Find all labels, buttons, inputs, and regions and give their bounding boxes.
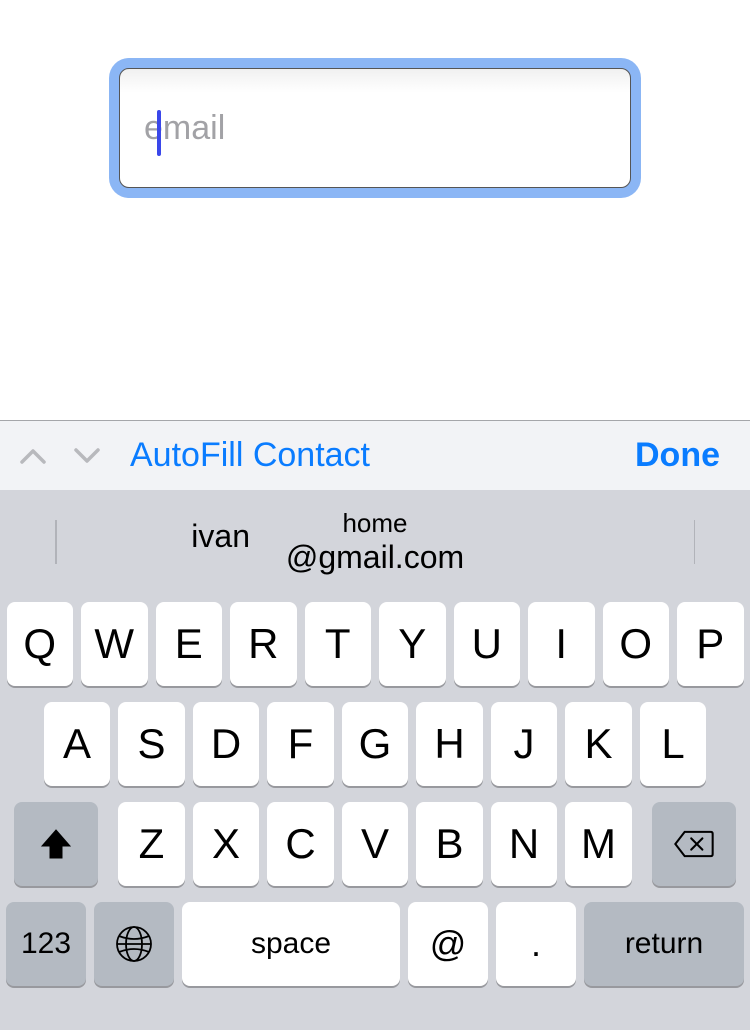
key-a[interactable]: A <box>44 702 111 786</box>
key-e[interactable]: E <box>156 602 223 686</box>
key-g[interactable]: G <box>342 702 409 786</box>
key-z[interactable]: Z <box>118 802 185 886</box>
keyboard-toolbar: AutoFill Contact Done <box>0 420 750 490</box>
numeric-key[interactable]: 123 <box>6 902 86 986</box>
suggestion-label: home <box>342 508 407 539</box>
at-key[interactable]: @ <box>408 902 488 986</box>
key-row-3: Z X C V B N M <box>6 802 744 886</box>
key-w[interactable]: W <box>81 602 148 686</box>
key-t[interactable]: T <box>305 602 372 686</box>
key-rows: Q W E R T Y U I O P A S D F G H J K L <box>0 594 750 996</box>
dot-key[interactable]: . <box>496 902 576 986</box>
key-u[interactable]: U <box>454 602 521 686</box>
form-nav-arrows <box>18 441 102 471</box>
chevron-up-icon <box>19 447 47 465</box>
email-field[interactable] <box>119 68 631 188</box>
chevron-down-icon <box>73 447 101 465</box>
email-input-wrapper <box>109 58 641 198</box>
key-q[interactable]: Q <box>7 602 74 686</box>
key-f[interactable]: F <box>267 702 334 786</box>
key-c[interactable]: C <box>267 802 334 886</box>
key-r[interactable]: R <box>230 602 297 686</box>
done-button[interactable]: Done <box>635 436 720 475</box>
suggestion-right[interactable] <box>500 490 750 594</box>
content-area <box>0 0 750 420</box>
key-row-2: A S D F G H J K L <box>6 702 744 786</box>
keyboard: ivan home @gmail.com Q W E R T Y U I O P… <box>0 490 750 1030</box>
backspace-icon <box>673 830 715 858</box>
suggestion-text: ivan <box>191 518 250 555</box>
return-key[interactable]: return <box>584 902 744 986</box>
suggestion-bar: ivan home @gmail.com <box>0 490 750 594</box>
key-v[interactable]: V <box>342 802 409 886</box>
backspace-key[interactable] <box>652 802 736 886</box>
globe-icon <box>114 924 154 964</box>
key-p[interactable]: P <box>677 602 744 686</box>
key-d[interactable]: D <box>193 702 260 786</box>
row3-letters: Z X C V B N M <box>118 802 632 886</box>
globe-key[interactable] <box>94 902 174 986</box>
key-n[interactable]: N <box>491 802 558 886</box>
key-l[interactable]: L <box>640 702 707 786</box>
suggestion-text: @gmail.com <box>286 539 464 576</box>
key-row-1: Q W E R T Y U I O P <box>6 602 744 686</box>
key-y[interactable]: Y <box>379 602 446 686</box>
key-h[interactable]: H <box>416 702 483 786</box>
key-s[interactable]: S <box>118 702 185 786</box>
prev-field-button[interactable] <box>18 441 48 471</box>
key-row-4: 123 space @ . return <box>6 902 744 986</box>
key-j[interactable]: J <box>491 702 558 786</box>
shift-key[interactable] <box>14 802 98 886</box>
shift-icon <box>38 826 74 862</box>
autofill-contact-button[interactable]: AutoFill Contact <box>130 436 370 475</box>
key-m[interactable]: M <box>565 802 632 886</box>
suggestion-center[interactable]: home @gmail.com <box>250 490 500 594</box>
key-i[interactable]: I <box>528 602 595 686</box>
space-key[interactable]: space <box>182 902 400 986</box>
text-cursor <box>157 110 161 156</box>
key-b[interactable]: B <box>416 802 483 886</box>
key-x[interactable]: X <box>193 802 260 886</box>
key-k[interactable]: K <box>565 702 632 786</box>
key-o[interactable]: O <box>603 602 670 686</box>
suggestion-left[interactable]: ivan <box>0 490 250 594</box>
next-field-button[interactable] <box>72 441 102 471</box>
